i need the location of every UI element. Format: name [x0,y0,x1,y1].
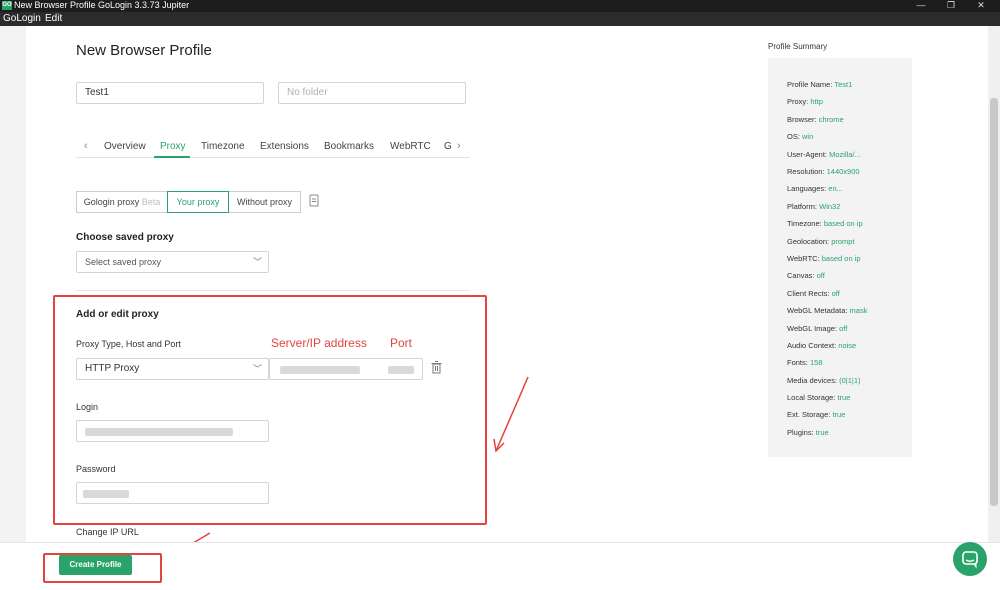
title-bar: GO New Browser Profile GoLogin 3.3.73 Ju… [0,0,1000,12]
gologin-logo-icon: GO [2,1,12,10]
gologin-proxy-label: Gologin proxy [83,197,140,207]
summary-row: Profile Name: Test1 [787,80,853,89]
tab-g[interactable]: G [444,141,452,152]
summary-row: Client Rects: off [787,289,840,298]
summary-row: Geolocation: prompt [787,237,855,246]
summary-row: Browser: chrome [787,115,844,124]
scrollbar-thumb[interactable] [990,98,998,506]
menu-item-gologin[interactable]: GoLogin [3,13,41,25]
summary-row: Canvas: off [787,271,825,280]
saved-proxy-select[interactable]: Select saved proxy ﹀ [76,251,269,273]
port-annotation-label: Port [390,336,413,350]
summary-row: Resolution: 1440x900 [787,167,860,176]
tabs-next-icon[interactable]: › [457,140,461,152]
tab-proxy[interactable]: Proxy [160,141,186,152]
summary-row: Plugins: true [787,428,829,437]
summary-row: OS: win [787,132,814,141]
profile-summary-panel: Profile Name: Test1 Proxy: http Browser:… [768,58,912,457]
chat-icon [962,551,978,569]
summary-row: Proxy: http [787,97,823,106]
saved-proxy-heading: Choose saved proxy [76,232,174,243]
close-icon[interactable]: ✕ [966,0,996,12]
summary-row: WebRTC: based on ip [787,254,861,263]
summary-row: WebGL Image: off [787,324,848,333]
profile-name-input[interactable]: Test1 [76,82,264,104]
profile-tabs: ‹ Overview Proxy Timezone Extensions Boo… [76,136,470,158]
maximize-icon[interactable]: ❐ [936,0,966,12]
summary-row: Local Storage: true [787,393,851,402]
chevron-down-icon: ﹀ [252,257,262,267]
scrollbar[interactable] [988,26,1000,542]
summary-row: User-Agent: Mozilla/... [787,150,861,159]
window-title: New Browser Profile GoLogin 3.3.73 Jupit… [14,0,190,10]
menu-item-edit[interactable]: Edit [45,13,62,25]
your-proxy-button[interactable]: Your proxy [167,191,229,213]
folder-input[interactable]: No folder [278,82,466,104]
minimize-icon[interactable]: — [906,0,936,12]
summary-row: Fonts: 158 [787,358,823,367]
summary-row: Ext. Storage: true [787,410,846,419]
saved-proxy-placeholder: Select saved proxy [85,257,162,267]
summary-row: Languages: en... [787,184,843,193]
summary-row: Media devices: (0|1|1) [787,376,861,385]
tabs-prev-icon[interactable]: ‹ [84,140,88,152]
annotation-arrow-icon [493,376,529,453]
menu-bar: GoLogin Edit [0,12,1000,26]
tab-webrtc[interactable]: WebRTC [390,141,431,152]
tab-active-indicator [154,156,190,158]
beta-badge: Beta [141,197,161,207]
server-annotation-label: Server/IP address [271,336,367,350]
summary-row: WebGL Metadata: mask [787,306,868,315]
without-proxy-button[interactable]: Without proxy [228,191,301,213]
summary-row: Platform: Win32 [787,202,841,211]
tab-overview[interactable]: Overview [104,141,146,152]
create-annotation-box [43,553,162,583]
tab-bookmarks[interactable]: Bookmarks [324,141,374,152]
page-title: New Browser Profile [76,42,212,59]
paste-proxy-icon[interactable] [309,194,320,207]
change-ip-url-label: Change IP URL [76,527,139,537]
tab-timezone[interactable]: Timezone [201,141,245,152]
proxy-annotation-box [53,295,487,525]
gologin-proxy-button[interactable]: Gologin proxy Beta [76,191,168,213]
summary-title: Profile Summary [768,42,828,51]
summary-row: Timezone: based on ip [787,219,863,228]
summary-row: Audio Context: noise [787,341,857,350]
tab-extensions[interactable]: Extensions [260,141,309,152]
chat-support-button[interactable] [953,542,987,576]
section-divider [76,290,470,291]
